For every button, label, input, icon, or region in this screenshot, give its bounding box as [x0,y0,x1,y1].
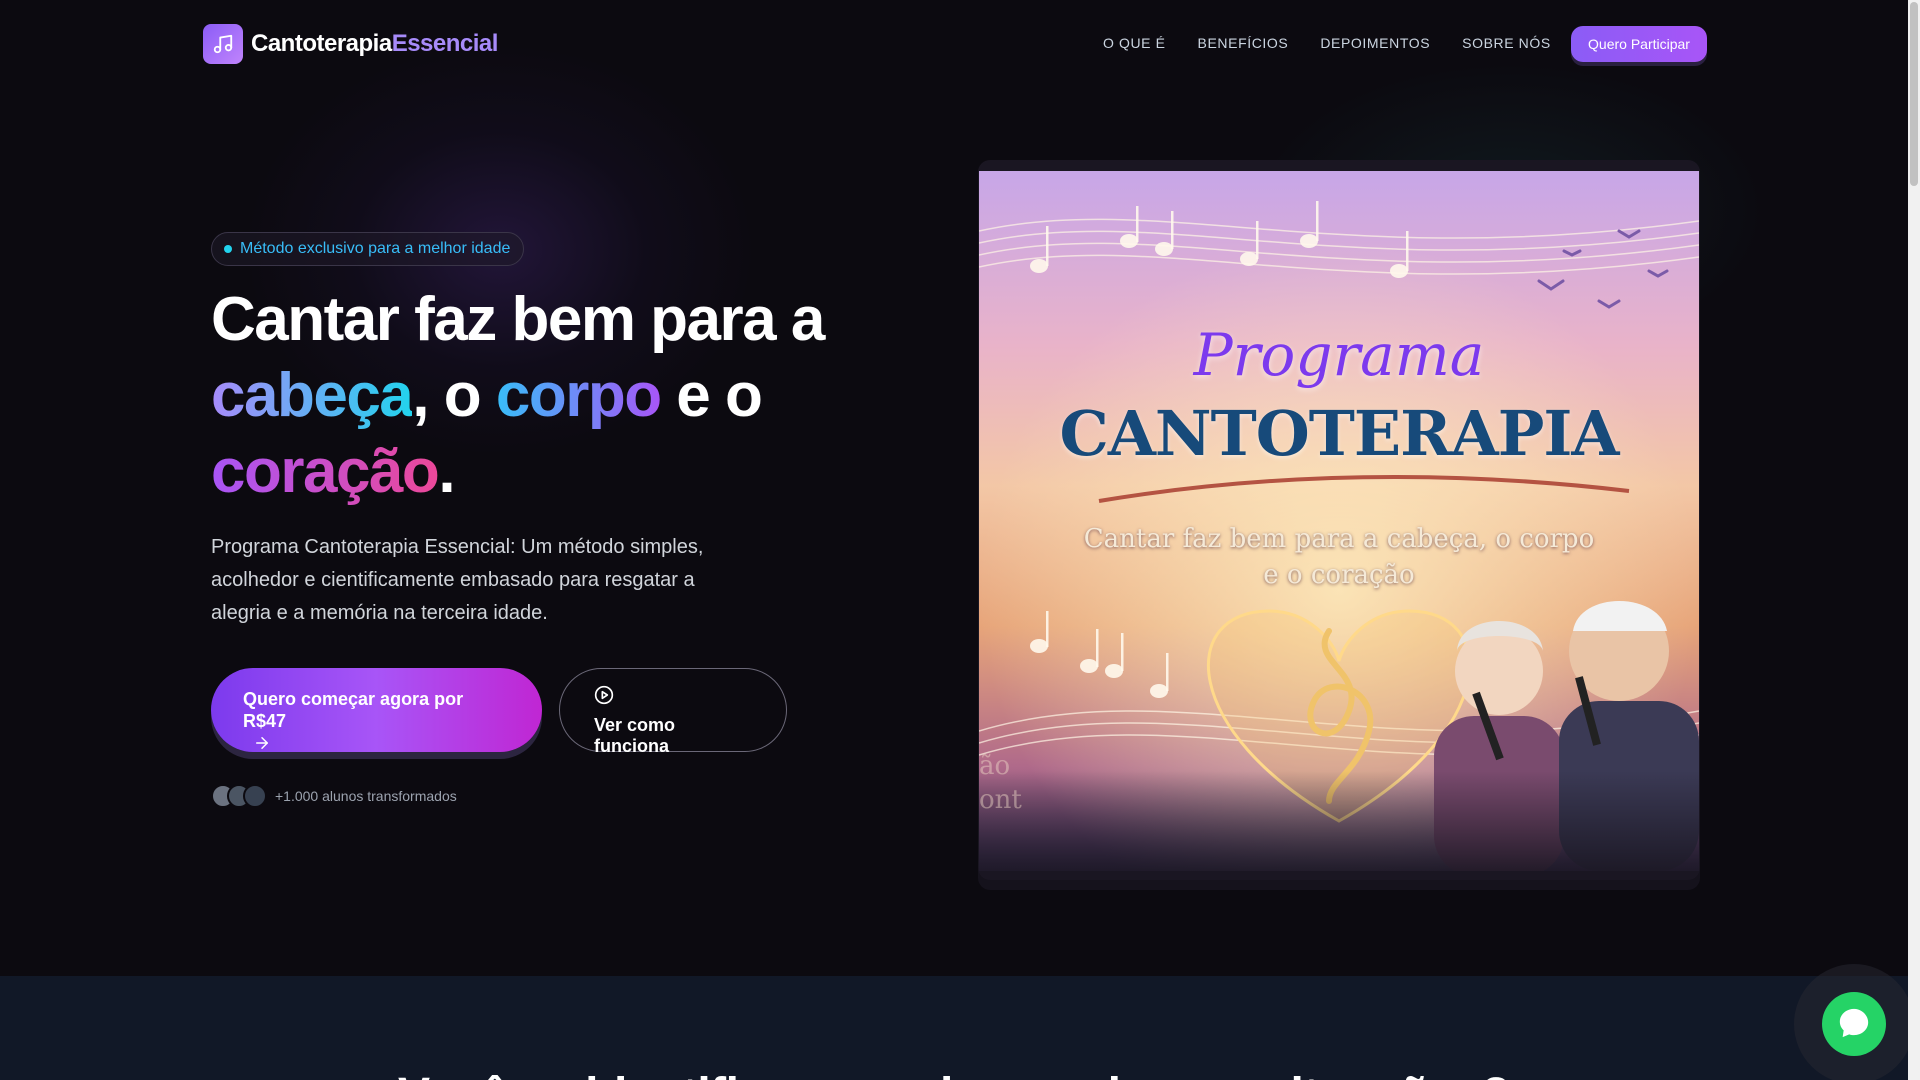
badge-dot [224,245,232,253]
site-header: CantoterapiaEssencial O QUE É BENEFÍCIOS… [0,0,1908,88]
quero-participar-button[interactable]: Quero Participar [1571,26,1707,62]
logo-text-part1: Cantoterapia [251,30,392,57]
music-note-icon [203,24,243,64]
headline-sep2: e o [660,361,763,430]
logo-text: CantoterapiaEssencial [251,30,498,58]
hero-image: Programa CANTOTERAPIA Cantar faz bem par… [978,171,1700,876]
image-subtitle-line1: Cantar faz bem para a cabeça, o corpo [1083,524,1595,554]
nav-link-o-que-e[interactable]: O QUE É [1103,35,1166,51]
see-how-it-works-label: Ver como funciona [594,715,676,756]
chat-button[interactable] [1822,992,1886,1056]
image-subtitle: Cantar faz bem para a cabeça, o corpo e … [1019,521,1659,593]
page-scrollbar[interactable] [1908,0,1920,1080]
arrow-right-icon [253,734,510,757]
image-faded-line1: ão [979,751,1011,781]
headline-word-heart: coração [211,437,440,506]
image-title-cantoterapia: CANTOTERAPIA [1059,397,1619,470]
main-nav: O QUE É BENEFÍCIOS DEPOIMENTOS SOBRE NÓS [1103,26,1583,60]
image-faded-line2: ont [979,785,1022,815]
see-how-it-works-button[interactable]: Ver como funciona [559,668,787,756]
headline-word-head: cabeça [211,361,414,430]
headline-line1: Cantar faz bem para a [211,285,825,354]
start-now-label: Quero começar agora por R$47 [243,689,464,731]
hero-headline: Cantar faz bem para a cabeça, o corpo e … [211,282,851,510]
scrollbar-thumb[interactable] [1910,2,1918,186]
start-now-button[interactable]: Quero começar agora por R$47 [211,668,542,752]
nav-link-depoimentos[interactable]: DEPOIMENTOS [1320,35,1430,51]
chat-bubble-icon [1837,1006,1871,1043]
page: CantoterapiaEssencial O QUE É BENEFÍCIOS… [0,0,1908,1080]
hero-badge: Método exclusivo para a melhor idade [211,232,525,266]
social-proof-text: +1.000 alunos transformados [275,788,457,804]
badge-text: Método exclusivo para a melhor idade [240,240,511,257]
image-subtitle-line2: e o coração [1263,560,1415,590]
play-circle-icon [594,685,752,710]
headline-sep1: , o [412,361,496,430]
image-title-programa: Programa [1193,321,1485,389]
nav-link-sobre-nos[interactable]: SOBRE NÓS [1462,35,1551,51]
image-faded-text: ão ont [979,749,1022,817]
hero-description: Programa Cantoterapia Essencial: Um méto… [211,536,704,624]
headline-word-body: corpo [495,361,662,430]
headline-end: . [438,437,455,506]
logo-text-part2: Essencial [391,30,499,57]
avatar [243,784,267,808]
identification-section: Você se identifica com alguma dessas sit… [0,976,1908,1080]
social-proof: +1.000 alunos transformados [211,784,457,808]
hero-image-card: Programa CANTOTERAPIA Cantar faz bem par… [978,160,1700,880]
logo[interactable]: CantoterapiaEssencial [203,24,498,64]
section-heading: Você se identifica com alguma dessas sit… [0,1068,1908,1080]
nav-link-beneficios[interactable]: BENEFÍCIOS [1198,35,1289,51]
